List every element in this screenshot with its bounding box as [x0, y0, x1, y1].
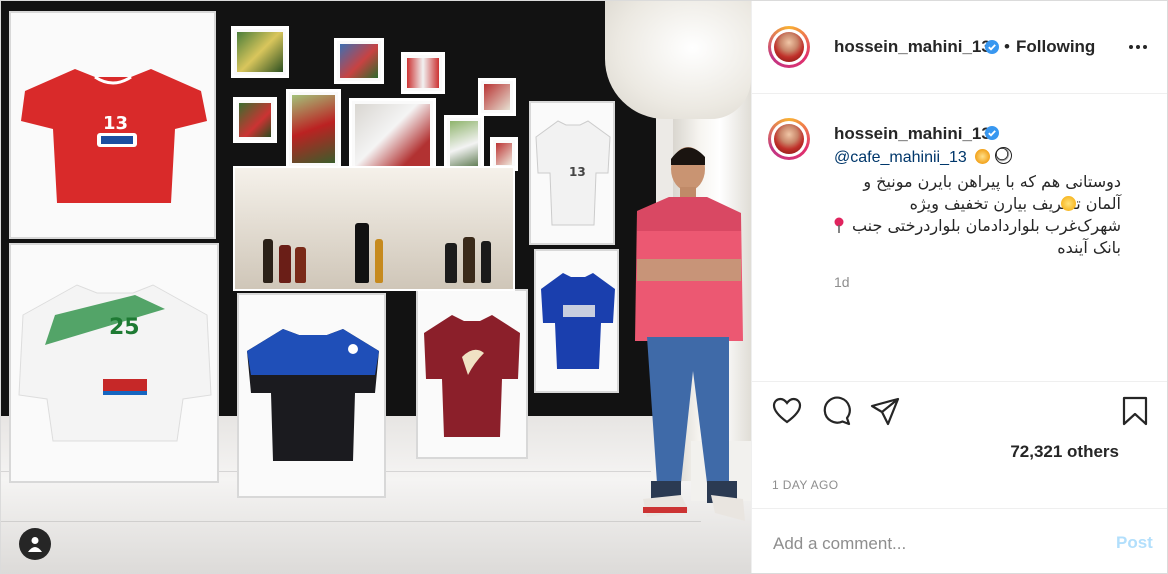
bottle — [463, 237, 475, 283]
comment-bar: Post — [752, 508, 1167, 573]
caption-avatar[interactable] — [768, 118, 810, 160]
following-button[interactable]: Following — [1016, 37, 1095, 57]
jersey-number: 13 — [103, 113, 129, 134]
bottle — [481, 241, 491, 283]
jersey-number: 13 — [569, 165, 586, 179]
user-tag-icon — [28, 537, 42, 552]
framed-jersey-red: 13 — [9, 11, 216, 239]
heart-icon[interactable] — [772, 396, 802, 426]
comment-icon[interactable] — [821, 396, 851, 426]
verified-badge-icon — [985, 126, 999, 140]
post-comment-button[interactable]: Post — [1116, 533, 1153, 553]
framed-photo — [286, 89, 341, 169]
framed-photo — [334, 38, 384, 84]
pin-emoji — [834, 217, 844, 233]
caption-line: دوستانی هم که با پیراهن بایرن مونیخ و — [863, 172, 1121, 191]
bar-niche — [233, 166, 515, 291]
caption-line: آلمان تشریف بیارن تخفیف ویژه — [909, 194, 1121, 213]
post-sidebar: hossein_mahini_13 • Following hossein_ma… — [751, 1, 1167, 573]
verified-badge-icon — [985, 40, 999, 54]
red-jersey-image — [21, 69, 207, 203]
bottle — [263, 239, 273, 283]
blue-black-jersey-image — [247, 329, 379, 461]
bottle — [279, 245, 291, 283]
white-jersey-image — [18, 284, 212, 442]
framed-jersey-maroon — [416, 289, 528, 459]
food-emoji — [975, 149, 991, 164]
column-capital — [605, 1, 751, 119]
caption-line: بانک آینده — [1057, 238, 1121, 257]
framed-photo — [233, 97, 277, 143]
framed-photo — [231, 26, 289, 78]
floor-seam — [1, 521, 701, 522]
maroon-jersey-image — [424, 315, 520, 437]
separator-dot: • — [1004, 37, 1010, 56]
framed-photo — [349, 98, 436, 173]
post-date[interactable]: 1 DAY AGO — [772, 478, 839, 492]
framed-jersey-white-green: 25 — [9, 243, 219, 483]
mention-link[interactable]: @cafe_mahinii_13 — [834, 147, 1012, 167]
post-header: hossein_mahini_13 • Following — [752, 1, 1167, 94]
standing-man — [635, 147, 745, 521]
mention-text[interactable]: @cafe_mahinii_13 — [834, 149, 967, 166]
jersey-number: 25 — [109, 315, 140, 340]
post-photo[interactable]: 13 25 13 — [1, 1, 751, 573]
caption-area: hossein_mahini_13 @cafe_mahinii_13 دوستا… — [752, 94, 1167, 381]
framed-jersey-blue-black — [237, 293, 386, 498]
author-avatar[interactable] — [768, 26, 810, 68]
grin-emoji — [1061, 196, 1076, 211]
framed-jersey-white: 13 — [529, 101, 615, 245]
likes-count[interactable]: 72,321 others — [1010, 442, 1119, 462]
framed-photo — [478, 78, 516, 116]
user-tag-button[interactable] — [19, 528, 51, 560]
bottle — [375, 239, 383, 283]
blue-jersey-image — [541, 273, 615, 369]
soccer-ball-emoji — [994, 147, 1012, 164]
caption-time[interactable]: 1d — [834, 274, 850, 290]
post-actions: 72,321 others 1 DAY AGO — [752, 381, 1167, 501]
bottle — [355, 223, 369, 283]
author-username[interactable]: hossein_mahini_13 — [834, 37, 991, 57]
more-options-icon[interactable] — [1129, 37, 1151, 57]
bookmark-icon[interactable] — [1120, 396, 1150, 426]
caption-line: شهرک‌غرب بلواردادمان بلواردرختی جنب — [851, 216, 1121, 235]
bottle — [295, 247, 306, 283]
caption-username[interactable]: hossein_mahini_13 — [834, 124, 991, 144]
bottle — [445, 243, 457, 283]
comment-input[interactable] — [771, 529, 1095, 559]
instagram-post: 13 25 13 hossein_mahini_13 • Following h… — [0, 0, 1168, 574]
framed-photo — [401, 52, 445, 94]
paper-plane-icon[interactable] — [870, 396, 900, 426]
framed-jersey-blue — [534, 249, 619, 393]
